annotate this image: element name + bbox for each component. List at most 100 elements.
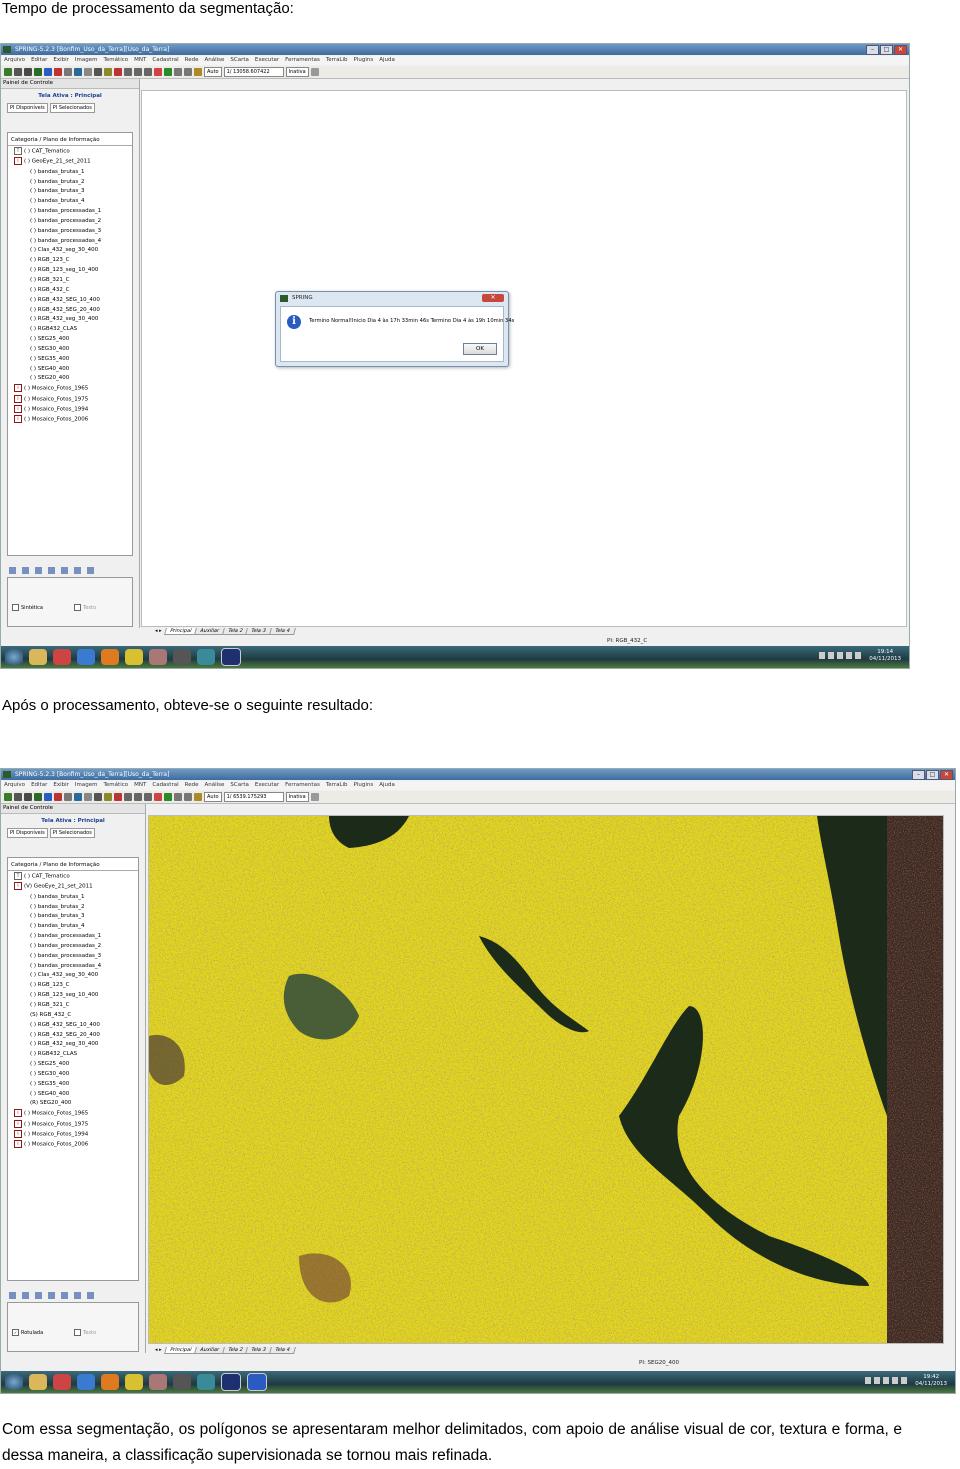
chart-icon[interactable]: [48, 567, 55, 574]
menu-item[interactable]: Imagem: [75, 781, 98, 790]
synthetic-checkbox[interactable]: Sintética: [12, 604, 43, 611]
menu-item[interactable]: Exibir: [53, 56, 69, 65]
grid-icon[interactable]: [24, 68, 32, 76]
volume-icon[interactable]: [855, 652, 861, 659]
tree-layer-item[interactable]: ( ) SEG25_400: [8, 1060, 138, 1070]
tree-layer-item[interactable]: (R) SEG20_400: [8, 1099, 138, 1109]
volume-icon[interactable]: [901, 1377, 907, 1384]
menu-item[interactable]: Arquivo: [4, 56, 25, 65]
properties-icon[interactable]: [22, 1292, 29, 1299]
tree-category[interactable]: I( ) Mosaico_Fotos_1994: [8, 404, 132, 415]
scale-field[interactable]: 1/ 13058.607422: [223, 67, 284, 77]
menu-item[interactable]: Cadastral: [152, 781, 178, 790]
settings-icon[interactable]: [194, 793, 202, 801]
state-select[interactable]: Inativa: [285, 792, 309, 802]
minimize-button[interactable]: –: [912, 770, 925, 780]
tree-category[interactable]: I( ) Mosaico_Fotos_1975: [8, 394, 132, 405]
tab-pi-available[interactable]: PI Disponíveis: [7, 103, 48, 113]
zoom-area-icon[interactable]: [144, 68, 152, 76]
explorer-icon[interactable]: [29, 649, 47, 665]
tool-icon[interactable]: [149, 649, 167, 665]
tree-category[interactable]: I( ) GeoEye_21_set_2011: [8, 157, 132, 167]
tree-layer-item[interactable]: ( ) bandas_processadas_3: [8, 227, 132, 237]
undo-icon[interactable]: [154, 68, 162, 76]
tree-layer-item[interactable]: ( ) SEG30_400: [8, 1070, 138, 1080]
tree-layer-item[interactable]: ( ) SEG20_400: [8, 374, 132, 384]
scale-field[interactable]: 1/ 6539.175293: [223, 792, 284, 802]
tree-category[interactable]: T( ) CAT_Tematico: [8, 147, 132, 157]
tree-layer-item[interactable]: ( ) bandas_brutas_3: [8, 912, 138, 922]
menu-item[interactable]: Cadastral: [152, 56, 178, 65]
menu-item[interactable]: Executar: [255, 56, 279, 65]
save-icon[interactable]: [14, 793, 22, 801]
display-icon[interactable]: [74, 793, 82, 801]
tree-layer-item[interactable]: ( ) bandas_brutas_2: [8, 178, 132, 188]
zoom-out-icon[interactable]: [134, 793, 142, 801]
media-icon[interactable]: [173, 1374, 191, 1390]
window-icon[interactable]: [74, 567, 81, 574]
menu-item[interactable]: Editar: [31, 781, 47, 790]
layers-icon[interactable]: [34, 68, 42, 76]
chrome-icon[interactable]: [125, 649, 143, 665]
menu-item[interactable]: Análise: [204, 781, 224, 790]
tree-category[interactable]: I( ) Mosaico_Fotos_2006: [8, 415, 132, 425]
settings-icon[interactable]: [194, 68, 202, 76]
spring-taskbar-icon[interactable]: [221, 648, 241, 666]
spring-taskbar-icon[interactable]: [221, 1373, 241, 1391]
menu-item[interactable]: Rede: [185, 781, 199, 790]
grid-icon[interactable]: [24, 793, 32, 801]
cursor-icon[interactable]: [84, 793, 92, 801]
labeled-checkbox[interactable]: ✓ Rotulada: [12, 1329, 43, 1336]
menu-item[interactable]: Arquivo: [4, 781, 25, 790]
zoom-mode-select[interactable]: Auto: [204, 792, 222, 802]
text-checkbox[interactable]: Texto: [74, 604, 96, 611]
tray-icon[interactable]: [865, 1377, 871, 1384]
ie-icon[interactable]: [77, 649, 95, 665]
tree-layer-item[interactable]: ( ) bandas_processadas_3: [8, 952, 138, 962]
app-icon[interactable]: [53, 1374, 71, 1390]
table-icon[interactable]: [184, 68, 192, 76]
tree-layer-item[interactable]: ( ) RGB432_CLAS: [8, 325, 132, 335]
open-icon[interactable]: [4, 68, 12, 76]
tree-category[interactable]: I (V) GeoEye_21_set_2011: [8, 882, 138, 892]
menu-item[interactable]: TerraLib: [326, 56, 348, 65]
tree-layer-item[interactable]: ( ) Clas_432_seg_30_400: [8, 246, 132, 256]
open-icon[interactable]: [4, 793, 12, 801]
menu-item[interactable]: MNT: [134, 56, 146, 65]
tree-layer-item[interactable]: ( ) bandas_brutas_4: [8, 197, 132, 207]
menu-item[interactable]: Executar: [255, 781, 279, 790]
brush-icon[interactable]: [61, 567, 68, 574]
tree-layer-item[interactable]: ( ) SEG40_400: [8, 365, 132, 375]
start-icon[interactable]: [5, 1374, 23, 1390]
menu-item[interactable]: Análise: [204, 56, 224, 65]
menu-item[interactable]: Ferramentas: [285, 781, 320, 790]
tree-layer-item[interactable]: ( ) SEG25_400: [8, 335, 132, 345]
state-select[interactable]: Inativa: [285, 67, 309, 77]
ie-icon[interactable]: [77, 1374, 95, 1390]
close-button[interactable]: ✕: [894, 45, 907, 55]
tree-layer-item[interactable]: ( ) SEG40_400: [8, 1090, 138, 1100]
menu-item[interactable]: Exibir: [53, 781, 69, 790]
tree-layer-item[interactable]: ( ) SEG30_400: [8, 345, 132, 355]
menu-item[interactable]: Imagem: [75, 56, 98, 65]
ok-button[interactable]: OK: [463, 343, 497, 355]
tab-pi-available[interactable]: PI Disponíveis: [7, 828, 48, 838]
tree-category[interactable]: I( ) Mosaico_Fotos_1994: [8, 1129, 138, 1140]
tree-layer-item[interactable]: ( ) RGB_123_seg_10_400: [8, 266, 132, 276]
tree-layer-item[interactable]: ( ) RGB_432_SEG_10_400: [8, 296, 132, 306]
tab-pi-selected[interactable]: PI Selecionados: [49, 103, 95, 113]
tools-icon[interactable]: [164, 793, 172, 801]
tree-layer-item[interactable]: ( ) bandas_brutas_3: [8, 187, 132, 197]
list-icon[interactable]: [9, 1292, 16, 1299]
tree-layer-item[interactable]: ( ) RGB_432_C: [8, 286, 132, 296]
erase-icon[interactable]: [54, 793, 62, 801]
tools-icon[interactable]: [164, 68, 172, 76]
tree-layer-item[interactable]: ( ) RGB_321_C: [8, 276, 132, 286]
menu-item[interactable]: Ajuda: [379, 56, 395, 65]
tree-layer-item[interactable]: ( ) bandas_brutas_2: [8, 903, 138, 913]
tree-layer-item[interactable]: ( ) bandas_processadas_2: [8, 217, 132, 227]
tray-icon[interactable]: [874, 1377, 880, 1384]
tree-layer-item[interactable]: ( ) bandas_processadas_4: [8, 237, 132, 247]
menu-item[interactable]: Rede: [185, 56, 199, 65]
menu-item[interactable]: SCarta: [230, 781, 249, 790]
